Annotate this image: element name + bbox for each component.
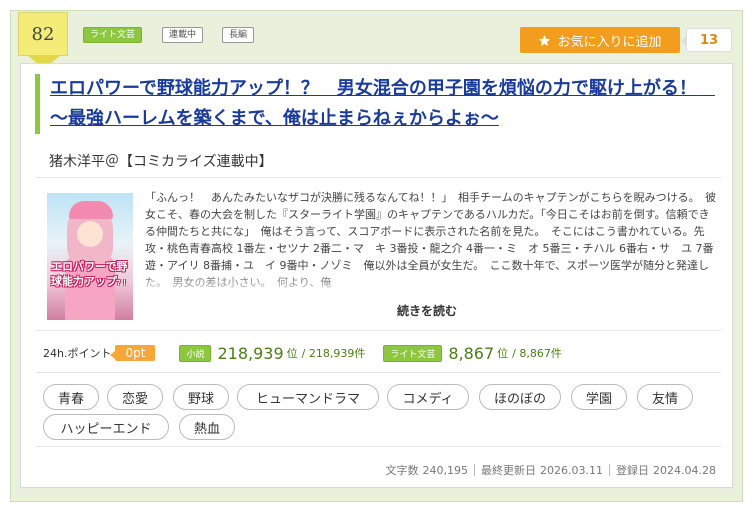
- rank-badge: 82: [18, 12, 68, 69]
- cover-title: エロパワーで野球能力アップ？！: [51, 259, 131, 291]
- keyword-tag[interactable]: ほのぼの: [479, 384, 561, 410]
- separator: [474, 464, 476, 476]
- keyword-tag[interactable]: 友情: [637, 384, 693, 410]
- chars-label: 文字数: [385, 464, 419, 477]
- length-tag: 長編: [222, 27, 255, 43]
- genre-tag[interactable]: ライト文芸: [83, 27, 143, 43]
- updated-date: 2026.03.11: [540, 463, 604, 477]
- keyword-tag[interactable]: コメディ: [387, 384, 469, 410]
- char-count: 240,195: [422, 463, 469, 477]
- keyword-tag[interactable]: 熱血: [179, 414, 235, 440]
- separator: [609, 464, 611, 476]
- ranking-unit: 位: [497, 347, 509, 360]
- ranking-category-tag: ライト文芸: [383, 344, 443, 362]
- cover-figure-cap: [69, 201, 113, 219]
- registered-label: 登録日: [616, 464, 650, 477]
- keyword-tag[interactable]: 青春: [43, 384, 99, 410]
- ranking-unit: 位: [286, 347, 298, 360]
- title-block: エロパワーで野球能力アップ！？ 男女混合の甲子園を煩悩の力で駆け上がる！ ～最強…: [35, 74, 725, 134]
- cover-figure-face: [77, 221, 103, 247]
- ranking-total: / 8,867件: [512, 347, 562, 360]
- author-link[interactable]: 猪木洋平＠【コミカライズ連載中】: [49, 151, 273, 171]
- cover-title-small: ？！: [117, 280, 130, 287]
- divider: [35, 446, 721, 447]
- ranking-total: / 218,939件: [301, 347, 366, 360]
- favorite-count: 13: [681, 28, 732, 52]
- points-label: 24h.ポイント: [43, 347, 112, 360]
- meta-info: 文字数 240,195 最終更新日 2026.03.11 登録日 2024.04…: [386, 462, 716, 478]
- keyword-tag[interactable]: ハッピーエンド: [43, 414, 169, 440]
- points-badge: 0pt: [110, 345, 156, 361]
- keyword-tag[interactable]: ヒューマンドラマ: [237, 384, 379, 410]
- registered-date: 2024.04.28: [653, 463, 716, 477]
- novel-title-link[interactable]: エロパワーで野球能力アップ！？ 男女混合の甲子園を煩悩の力で駆け上がる！ ～最強…: [50, 74, 725, 134]
- cover-image[interactable]: エロパワーで野球能力アップ？！: [47, 193, 133, 320]
- stats-row: 24h.ポイント 0pt 小説 218,939 位 / 218,939件 ライト…: [43, 342, 562, 364]
- keyword-tag[interactable]: 野球: [173, 384, 229, 410]
- add-favorite-label: お気に入りに追加: [557, 34, 662, 50]
- synopsis-fade: [145, 269, 717, 299]
- ranking-number: 218,939: [217, 343, 284, 363]
- keyword-tag[interactable]: 学園: [571, 384, 627, 410]
- read-more-link[interactable]: 続きを読む: [397, 302, 457, 319]
- cover-title-main: エロパワーで野球能力アップ: [51, 260, 128, 288]
- divider: [35, 372, 721, 373]
- status-tag: 連載中: [162, 27, 204, 43]
- ranking-category-tag: 小説: [179, 344, 212, 362]
- ranking-number: 8,867: [448, 343, 495, 363]
- divider: [35, 177, 721, 178]
- novel-card: エロパワーで野球能力アップ！？ 男女混合の甲子園を煩悩の力で駆け上がる！ ～最強…: [20, 63, 733, 488]
- star-icon: [539, 34, 551, 46]
- add-favorite-button[interactable]: お気に入りに追加: [520, 27, 680, 53]
- divider: [35, 330, 721, 331]
- keyword-tag[interactable]: 恋愛: [107, 384, 163, 410]
- updated-label: 最終更新日: [481, 464, 537, 477]
